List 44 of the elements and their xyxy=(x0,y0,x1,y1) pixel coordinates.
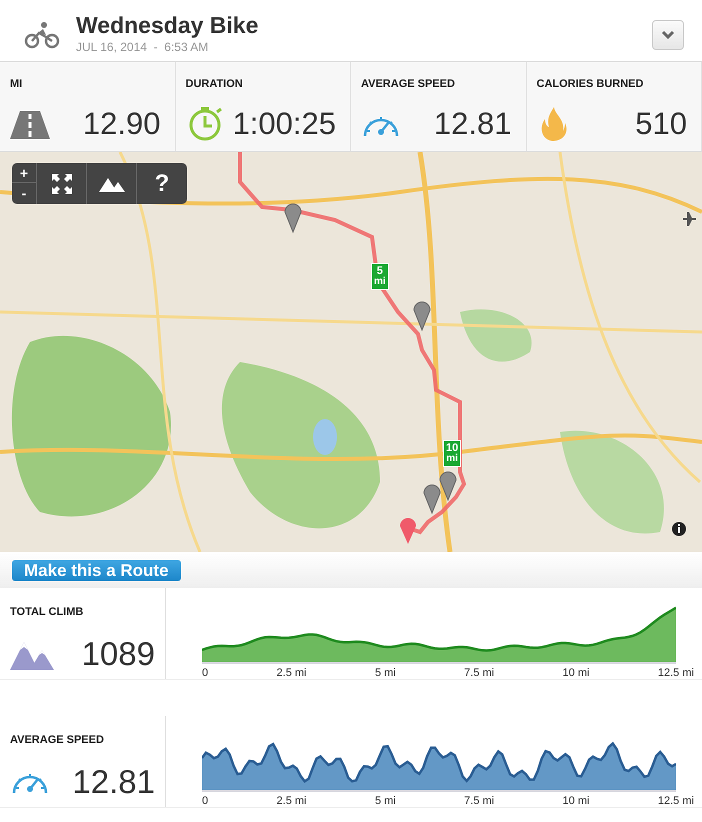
expand-icon xyxy=(50,172,72,194)
activity-title: Wednesday Bike xyxy=(76,12,260,38)
dropdown-button[interactable] xyxy=(652,20,684,50)
axis-tick-label: 7.5 mi xyxy=(464,666,494,681)
stat-value: 510 xyxy=(635,104,687,142)
activity-date: JUL 16, 2014 - 6:53 AM xyxy=(76,39,210,56)
map-pin-icon xyxy=(284,204,302,232)
info-icon[interactable] xyxy=(672,522,686,536)
mile-marker: 10 mi xyxy=(443,440,462,467)
axis-tick-label: 12.5 mi xyxy=(658,666,694,681)
axis-tick-label: 0 xyxy=(202,794,208,809)
map-pin-icon xyxy=(440,472,456,500)
zoom-out-button[interactable]: - xyxy=(12,183,36,203)
axis-tick-label: 7.5 mi xyxy=(464,794,494,809)
stat-value: 12.81 xyxy=(434,104,512,142)
axis-tick-label: 0 xyxy=(202,666,208,681)
mile-marker: 5 mi xyxy=(371,263,389,290)
stat-value: 1:00:25 xyxy=(232,104,336,142)
stat-label: DURATION xyxy=(186,77,244,92)
help-button[interactable]: ? xyxy=(137,163,187,204)
stat-label: CALORIES BURNED xyxy=(536,77,644,92)
panel-value: 1089 xyxy=(82,634,155,674)
chevron-down-icon xyxy=(661,30,675,40)
map-pin-icon xyxy=(414,302,430,330)
map-pin-icon xyxy=(400,518,416,544)
road-icon xyxy=(10,108,50,139)
axis-tick-label: 10 mi xyxy=(562,666,590,681)
map-pin-icon xyxy=(424,484,440,514)
axis-tick-label: 5 mi xyxy=(374,666,396,681)
panel-label: TOTAL CLIMB xyxy=(10,605,84,620)
axis-tick-label: 2.5 mi xyxy=(276,794,307,809)
zoom-in-button[interactable]: + xyxy=(12,163,36,183)
mountains-icon xyxy=(98,176,124,192)
axis-tick-label: 10 mi xyxy=(562,794,590,809)
panel-value: 12.81 xyxy=(72,762,155,802)
panel-label: AVERAGE SPEED xyxy=(10,733,105,748)
axis-tick-label: 2.5 mi xyxy=(276,666,307,681)
axis-tick-label: 5 mi xyxy=(374,794,396,809)
bike-icon xyxy=(24,20,60,48)
stat-value: 12.90 xyxy=(82,104,160,142)
airport-icon xyxy=(683,212,696,226)
stat-label: MI xyxy=(10,77,24,92)
stat-label: AVERAGE SPEED xyxy=(361,77,456,92)
axis-tick-label: 12.5 mi xyxy=(658,794,694,809)
